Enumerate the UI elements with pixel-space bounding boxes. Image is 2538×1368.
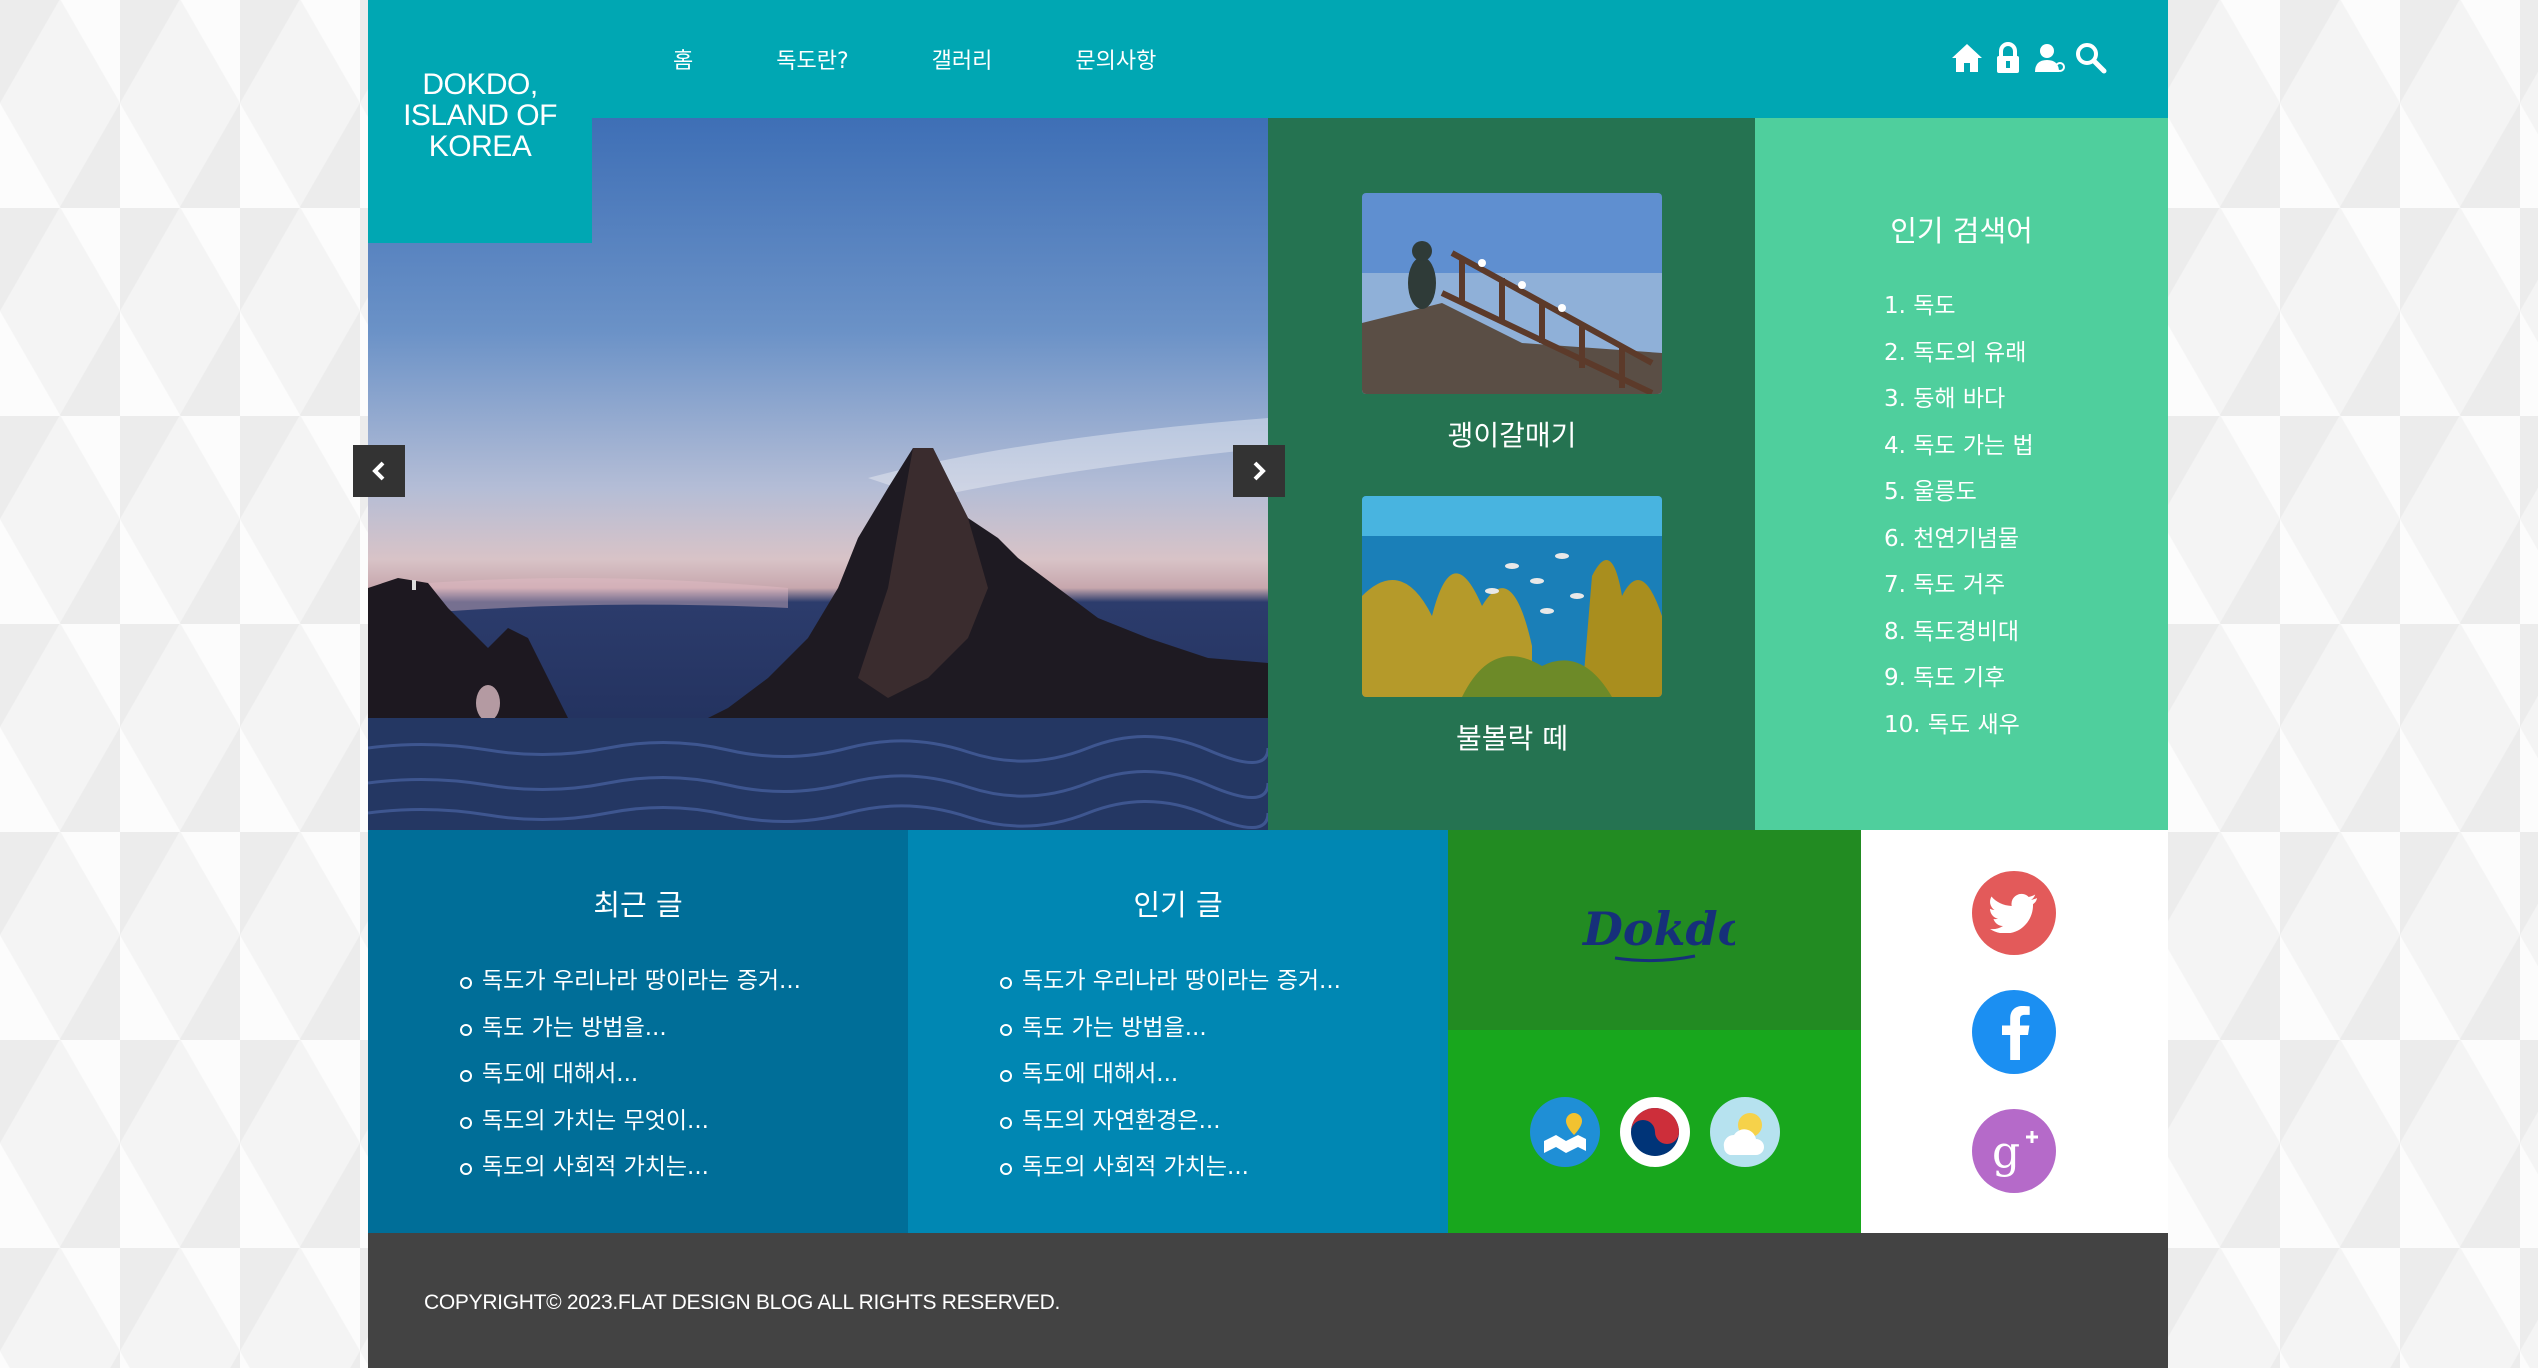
list-item[interactable]: 독도에 대해서... (460, 1051, 801, 1098)
recent-posts-title: 최근 글 (593, 888, 683, 922)
popular-posts-list: 독도가 우리나라 땅이라는 증거... 독도 가는 방법을... 독도에 대해서… (1000, 958, 1341, 1191)
brand-logo-text: Dokdo, (1581, 902, 1735, 956)
popular-search-item[interactable]: 6. 천연기념물 (1884, 516, 2034, 563)
popular-search-item[interactable]: 9. 독도 기후 (1884, 655, 2034, 702)
list-item[interactable]: 독도의 가치는 무엇이... (460, 1098, 801, 1145)
home-icon[interactable] (1949, 40, 1985, 76)
dokdo-brand-logo[interactable]: Dokdo, (1575, 890, 1735, 970)
services-panel (1448, 1030, 1861, 1233)
chevron-left-icon (372, 461, 385, 481)
list-item[interactable]: 독도의 사회적 가치는... (460, 1144, 801, 1191)
popular-search-item[interactable]: 3. 동해 바다 (1884, 376, 2034, 423)
page-wrapper: 홈 독도란? 갤러리 문의사항 DOKDO, ISLAND OF KOREA 괭… (353, 0, 2168, 1368)
popular-search-item[interactable]: 8. 독도경비대 (1884, 609, 2034, 656)
site-logo[interactable]: DOKDO, ISLAND OF KOREA (368, 0, 592, 243)
popular-search-item[interactable]: 2. 독도의 유래 (1884, 330, 2034, 377)
featured-item[interactable]: 불볼락 떼 (1362, 496, 1662, 757)
nav-item-gallery[interactable]: 갤러리 (932, 43, 993, 75)
featured-caption: 불볼락 떼 (1456, 722, 1568, 755)
popular-search-item[interactable]: 5. 울릉도 (1884, 469, 2034, 516)
search-icon[interactable] (2073, 40, 2109, 76)
nav-item-about-dokdo[interactable]: 독도란? (776, 43, 848, 75)
list-item[interactable]: 독도의 사회적 가치는... (1000, 1144, 1341, 1191)
google-plus-icon[interactable]: g (1972, 1109, 2056, 1193)
list-item[interactable]: 독도에 대해서... (1000, 1051, 1341, 1098)
popular-posts-panel: 인기 글 독도가 우리나라 땅이라는 증거... 독도 가는 방법을... 독도… (908, 830, 1448, 1233)
list-item[interactable]: 독도 가는 방법을... (460, 1005, 801, 1052)
popular-search-item[interactable]: 7. 독도 거주 (1884, 562, 2034, 609)
slider-next-button[interactable] (1233, 445, 1285, 497)
recent-posts-list: 독도가 우리나라 땅이라는 증거... 독도 가는 방법을... 독도에 대해서… (460, 958, 801, 1191)
facebook-icon[interactable] (1972, 990, 2056, 1074)
utility-icons (1949, 40, 2109, 76)
popular-search-panel: 인기 검색어 1. 독도 2. 독도의 유래 3. 동해 바다 4. 독도 가는… (1755, 118, 2168, 830)
map-icon[interactable] (1529, 1096, 1600, 1167)
main-nav: 홈 독도란? 갤러리 문의사항 (673, 0, 1239, 118)
brand-panel: Dokdo, (1448, 830, 1861, 1030)
list-item[interactable]: 독도가 우리나라 땅이라는 증거... (460, 958, 801, 1005)
site-logo-text: DOKDO, ISLAND OF KOREA (403, 68, 557, 163)
popular-search-title: 인기 검색어 (1890, 214, 2033, 248)
featured-item[interactable]: 괭이갈매기 (1362, 193, 1662, 454)
popular-posts-title: 인기 글 (1133, 888, 1223, 922)
nav-item-contact[interactable]: 문의사항 (1075, 43, 1156, 75)
seagull-photo[interactable] (1362, 193, 1662, 394)
taegeuk-icon[interactable] (1619, 1096, 1690, 1167)
featured-panel: 괭이갈매기 불볼락 떼 (1268, 118, 1755, 830)
site-header: 홈 독도란? 갤러리 문의사항 (368, 0, 2168, 118)
copyright-text: COPYRIGHT© 2023.FLAT DESIGN BLOG ALL RIG… (424, 1291, 1060, 1314)
popular-search-item[interactable]: 10. 독도 새우 (1884, 702, 2034, 749)
site-footer: COPYRIGHT© 2023.FLAT DESIGN BLOG ALL RIG… (368, 1233, 2168, 1368)
nav-item-home[interactable]: 홈 (673, 43, 693, 75)
list-item[interactable]: 독도가 우리나라 땅이라는 증거... (1000, 958, 1341, 1005)
lock-icon[interactable] (1990, 40, 2026, 76)
weather-icon[interactable] (1709, 1096, 1780, 1167)
popular-search-list: 1. 독도 2. 독도의 유래 3. 동해 바다 4. 독도 가는 법 5. 울… (1884, 283, 2034, 748)
featured-caption: 괭이갈매기 (1447, 419, 1577, 452)
chevron-right-icon (1253, 461, 1266, 481)
user-icon[interactable] (2032, 40, 2068, 76)
popular-search-item[interactable]: 4. 독도 가는 법 (1884, 423, 2034, 470)
social-panel: g (1861, 830, 2168, 1233)
svg-text:g: g (1992, 1127, 2020, 1178)
popular-search-item[interactable]: 1. 독도 (1884, 283, 2034, 330)
list-item[interactable]: 독도 가는 방법을... (1000, 1005, 1341, 1052)
recent-posts-panel: 최근 글 독도가 우리나라 땅이라는 증거... 독도 가는 방법을... 독도… (368, 830, 908, 1233)
fish-school-photo[interactable] (1362, 496, 1662, 697)
list-item[interactable]: 독도의 자연환경은... (1000, 1098, 1341, 1145)
twitter-icon[interactable] (1972, 871, 2056, 955)
slider-prev-button[interactable] (353, 445, 405, 497)
